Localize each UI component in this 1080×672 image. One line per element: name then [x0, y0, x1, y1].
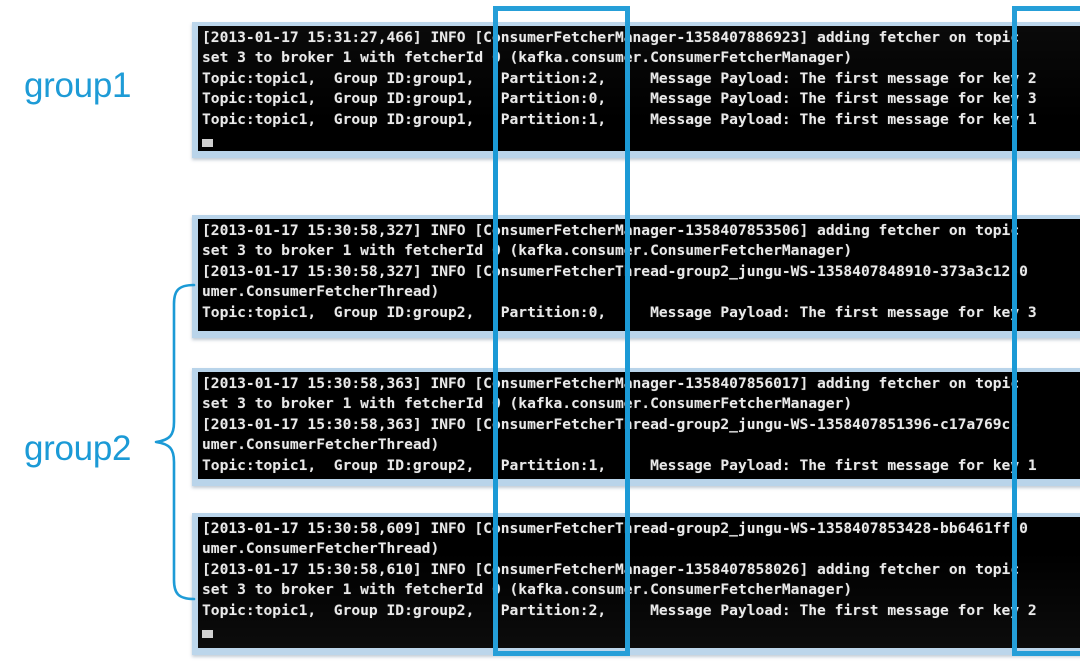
group2-brace-icon — [154, 283, 196, 601]
terminal-log-line: set 3 to broker 1 with fetcherId 0 (kafk… — [202, 395, 853, 413]
terminal-log-line: [2013-01-17 15:30:58,610] INFO [Consumer… — [202, 560, 1020, 578]
terminal-log-line: Topic:topic1, Group ID:group1, Partition… — [202, 110, 1037, 128]
terminal-log-line: [2013-01-17 15:30:58,363] INFO [Consumer… — [202, 375, 1020, 392]
terminal-window-group1[interactable]: [2013-01-17 15:31:27,466] INFO [Consumer… — [192, 22, 1080, 158]
terminal-prompt-row — [202, 130, 1080, 148]
terminal-log-line: [2013-01-17 15:30:58,327] INFO [Consumer… — [202, 262, 1028, 280]
terminal-log-line: [2013-01-17 15:31:27,466] INFO [Consumer… — [202, 29, 1020, 46]
terminal-prompt-row — [202, 621, 1080, 639]
terminal-window-group2-b[interactable]: [2013-01-17 15:30:58,363] INFO [Consumer… — [192, 368, 1080, 486]
terminal-log-line: Topic:topic1, Group ID:group2, Partition… — [202, 456, 1037, 474]
group2-annotation-label: group2 — [24, 429, 132, 468]
terminal-content: [2013-01-17 15:30:58,363] INFO [Consumer… — [198, 372, 1080, 479]
terminal-window-group2-c[interactable]: [2013-01-17 15:30:58,609] INFO [Consumer… — [192, 513, 1080, 655]
terminal-log-line: umer.ConsumerFetcherThread) — [202, 283, 440, 301]
terminal-prompt-row — [202, 323, 1080, 338]
terminal-content: [2013-01-17 15:30:58,327] INFO [Consumer… — [198, 219, 1080, 331]
terminal-content: [2013-01-17 15:31:27,466] INFO [Consumer… — [198, 26, 1080, 151]
terminal-log-line: Topic:topic1, Group ID:group2, Partition… — [202, 601, 1037, 619]
terminal-log-line: [2013-01-17 15:30:58,609] INFO [Consumer… — [202, 520, 1028, 537]
terminal-cursor — [202, 332, 213, 338]
terminal-log-line: umer.ConsumerFetcherThread) — [202, 436, 440, 454]
annotated-screenshot-canvas: [2013-01-17 15:31:27,466] INFO [Consumer… — [0, 0, 1080, 672]
terminal-cursor — [202, 139, 213, 148]
terminal-cursor — [202, 630, 213, 639]
terminal-log-line: umer.ConsumerFetcherThread) — [202, 540, 440, 558]
group1-annotation-label: group1 — [24, 66, 132, 105]
terminal-log-line: set 3 to broker 1 with fetcherId 0 (kafk… — [202, 581, 853, 599]
terminal-log-line: set 3 to broker 1 with fetcherId 0 (kafk… — [202, 242, 853, 260]
terminal-log-line: Topic:topic1, Group ID:group2, Partition… — [202, 303, 1037, 321]
terminal-log-line: set 3 to broker 1 with fetcherId 0 (kafk… — [202, 49, 853, 67]
terminal-log-line: Topic:topic1, Group ID:group1, Partition… — [202, 90, 1037, 108]
terminal-log-line: [2013-01-17 15:30:58,327] INFO [Consumer… — [202, 222, 1020, 239]
terminal-content: [2013-01-17 15:30:58,609] INFO [Consumer… — [198, 517, 1080, 648]
terminal-window-group2-a[interactable]: [2013-01-17 15:30:58,327] INFO [Consumer… — [192, 215, 1080, 338]
terminal-log-line: Topic:topic1, Group ID:group1, Partition… — [202, 69, 1037, 87]
terminal-log-line: [2013-01-17 15:30:58,363] INFO [Consumer… — [202, 415, 1020, 433]
